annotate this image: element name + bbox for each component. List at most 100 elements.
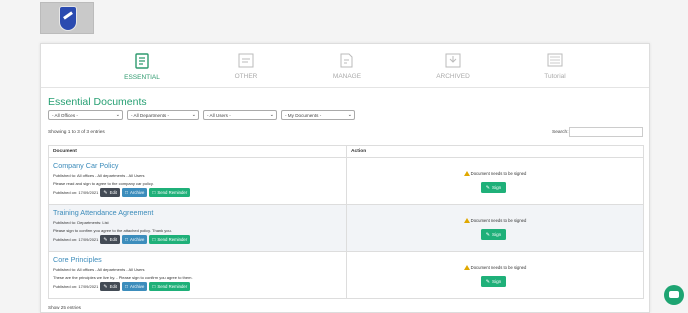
column-header-action: Action bbox=[346, 145, 644, 158]
reminder-icon: □ bbox=[152, 283, 156, 290]
reminder-icon: □ bbox=[152, 236, 156, 243]
table-header-row: Document Action bbox=[48, 145, 644, 158]
table-row: Training Attendance Agreement Published … bbox=[48, 204, 644, 252]
document-description: These are the principles we live by. - P… bbox=[53, 275, 193, 280]
office-filter-select[interactable]: - All Offices - ⌄ bbox=[48, 110, 123, 120]
edit-icon: ✎ bbox=[103, 236, 108, 243]
select-value: - All Departments - bbox=[131, 113, 170, 118]
tab-manage[interactable]: MANAGE bbox=[312, 53, 382, 80]
tab-label: MANAGE bbox=[332, 73, 362, 80]
document-cell: Training Attendance Agreement Published … bbox=[48, 204, 347, 252]
archive-button[interactable]: □ Archive bbox=[121, 188, 148, 197]
status-text: Document needs to be signed bbox=[470, 171, 527, 176]
button-label: Sign bbox=[492, 232, 502, 237]
sign-button[interactable]: ✎ Sign bbox=[481, 276, 506, 287]
documents-table: Document Action Company Car Policy Publi… bbox=[48, 145, 644, 299]
search-label: Search: bbox=[552, 130, 569, 135]
action-cell: Document needs to be signed ✎ Sign bbox=[346, 157, 644, 205]
sign-button[interactable]: ✎ Sign bbox=[481, 182, 506, 193]
column-header-document: Document bbox=[48, 145, 347, 158]
archive-button[interactable]: □ Archive bbox=[121, 235, 148, 244]
row-actions: Published on: 17/09/2021 ✎ Edit □ Archive … bbox=[53, 188, 346, 197]
button-label: Edit bbox=[109, 237, 117, 242]
sign-button[interactable]: ✎ Sign bbox=[481, 229, 506, 240]
document-title-link[interactable]: Training Attendance Agreement bbox=[53, 208, 346, 217]
tab-essential[interactable]: ESSENTIAL bbox=[107, 53, 177, 81]
button-label: Send Reminder bbox=[157, 190, 188, 195]
document-cell: Company Car Policy Published to: All off… bbox=[48, 157, 347, 205]
category-tabs: ESSENTIAL OTHER MANAGE ARCHIVED Tutorial bbox=[41, 44, 649, 88]
chevron-down-icon: ⌄ bbox=[269, 112, 274, 118]
document-title-link[interactable]: Core Principles bbox=[53, 255, 346, 264]
edit-button[interactable]: ✎ Edit bbox=[100, 282, 120, 291]
edit-icon: ✎ bbox=[103, 283, 108, 290]
edit-icon: ✎ bbox=[103, 189, 108, 196]
chevron-down-icon: ⌄ bbox=[191, 112, 196, 118]
row-actions: Published on: 17/09/2021 ✎ Edit □ Archive … bbox=[53, 282, 346, 291]
crest-icon bbox=[59, 6, 77, 31]
status-message: Document needs to be signed bbox=[347, 265, 643, 270]
published-to: Published to: All offices - All departme… bbox=[53, 267, 145, 272]
archive-folder-icon bbox=[445, 53, 461, 68]
send-reminder-button[interactable]: □ Send Reminder bbox=[149, 282, 191, 291]
department-filter-select[interactable]: - All Departments - ⌄ bbox=[127, 110, 199, 120]
edit-button[interactable]: ✎ Edit bbox=[100, 235, 120, 244]
document-description: Please read and sign to agree to the com… bbox=[53, 181, 154, 186]
document-title-link[interactable]: Company Car Policy bbox=[53, 161, 346, 170]
sign-icon: ✎ bbox=[485, 231, 490, 238]
published-to: Published to: All offices - All departme… bbox=[53, 173, 145, 178]
archive-button[interactable]: □ Archive bbox=[121, 282, 148, 291]
button-label: Archive bbox=[130, 284, 145, 289]
reminder-icon: □ bbox=[152, 189, 156, 196]
archive-icon: □ bbox=[124, 283, 129, 290]
published-on: Published on: 17/09/2021 bbox=[53, 237, 99, 242]
user-filter-select[interactable]: - All Users - ⌄ bbox=[203, 110, 277, 120]
sign-icon: ✎ bbox=[485, 184, 490, 191]
button-label: Send Reminder bbox=[157, 237, 188, 242]
button-label: Sign bbox=[492, 279, 502, 284]
document-description: Please sign to confirm you agree to the … bbox=[53, 228, 172, 233]
documents-panel: ESSENTIAL OTHER MANAGE ARCHIVED Tutorial… bbox=[40, 43, 650, 313]
chat-launcher-button[interactable] bbox=[664, 285, 684, 305]
published-to: Published to: Departments: List bbox=[53, 220, 109, 225]
archive-icon: □ bbox=[124, 236, 129, 243]
button-label: Send Reminder bbox=[157, 284, 188, 289]
entries-info: Showing 1 to 3 of 3 entries bbox=[48, 130, 105, 135]
tab-label: Tutorial bbox=[544, 73, 566, 80]
tab-other[interactable]: OTHER bbox=[211, 53, 281, 80]
send-reminder-button[interactable]: □ Send Reminder bbox=[149, 235, 191, 244]
status-message: Document needs to be signed bbox=[347, 171, 643, 176]
action-cell: Document needs to be signed ✎ Sign bbox=[346, 251, 644, 299]
button-label: Archive bbox=[130, 237, 145, 242]
send-reminder-button[interactable]: □ Send Reminder bbox=[149, 188, 191, 197]
document-cell: Core Principles Published to: All office… bbox=[48, 251, 347, 299]
published-on: Published on: 17/09/2021 bbox=[53, 190, 99, 195]
button-label: Sign bbox=[492, 185, 502, 190]
my-documents-filter-select[interactable]: - My Documents - ⌄ bbox=[281, 110, 355, 120]
chevron-down-icon: ⌄ bbox=[347, 112, 352, 118]
document-check-icon bbox=[135, 53, 149, 69]
status-message: Document needs to be signed bbox=[347, 218, 643, 223]
folder-document-icon bbox=[238, 53, 254, 68]
warning-icon bbox=[463, 265, 470, 270]
button-label: Edit bbox=[109, 190, 117, 195]
button-label: Edit bbox=[109, 284, 117, 289]
tab-label: OTHER bbox=[234, 73, 258, 80]
page-length-selector[interactable]: Show 25 entries bbox=[48, 305, 81, 310]
button-label: Archive bbox=[130, 190, 145, 195]
archive-icon: □ bbox=[124, 189, 129, 196]
action-cell: Document needs to be signed ✎ Sign bbox=[346, 204, 644, 252]
tab-archived[interactable]: ARCHIVED bbox=[418, 53, 488, 80]
status-text: Document needs to be signed bbox=[470, 218, 527, 223]
page-title: Essential Documents bbox=[48, 96, 147, 108]
tutorial-icon bbox=[547, 53, 563, 67]
sign-icon: ✎ bbox=[485, 278, 490, 285]
table-row: Core Principles Published to: All office… bbox=[48, 251, 644, 299]
select-value: - My Documents - bbox=[285, 113, 322, 118]
tab-label: ESSENTIAL bbox=[124, 74, 160, 81]
search-input[interactable] bbox=[569, 127, 643, 137]
edit-button[interactable]: ✎ Edit bbox=[100, 188, 120, 197]
tab-tutorial[interactable]: Tutorial bbox=[520, 53, 590, 80]
chevron-down-icon: ⌄ bbox=[115, 112, 120, 118]
document-edit-icon bbox=[340, 53, 353, 68]
